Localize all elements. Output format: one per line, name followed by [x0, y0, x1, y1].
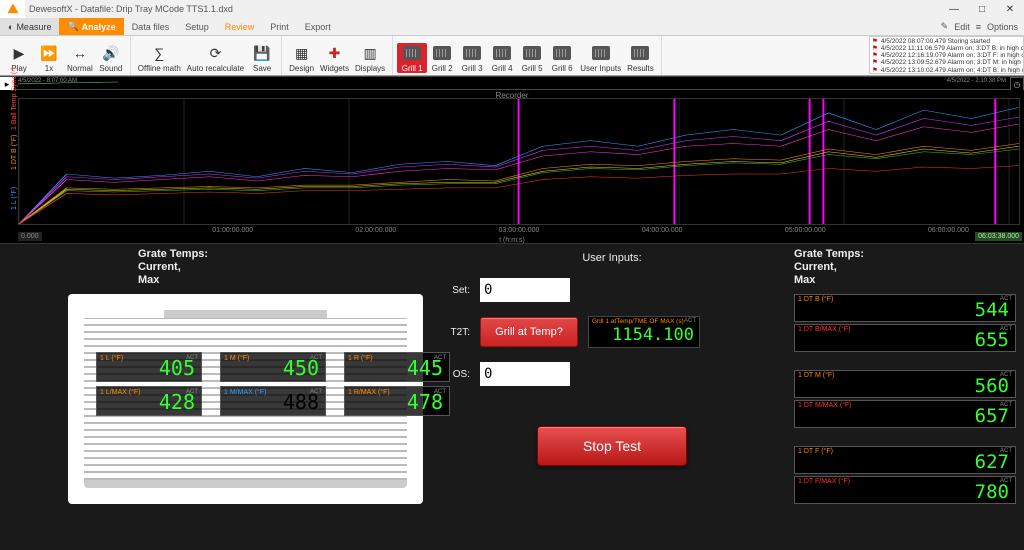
window-title: DewesoftX - Datafile: Drip Tray MCode TT…: [25, 4, 940, 14]
t2t-readout: Grill 1 atTemp/TME OF MAX (s) ACT 1154.1…: [588, 316, 700, 348]
titlebar: DewesoftX - Datafile: Drip Tray MCode TT…: [0, 0, 1024, 18]
recorder-chart[interactable]: Recorder 1 L (°F)1 DT B (°F)1 Ball Temp …: [0, 90, 1024, 244]
dt-temp-readout: 1 DT B/MAX (°F)ACT655: [794, 324, 1016, 352]
grill-visual: 1 L (°F)ACT405 1 L/MAX (°F)ACT428 1 M (°F)…: [68, 294, 423, 504]
dt-temp-readout: 1 DT F/MAX (°F)ACT780: [794, 476, 1016, 504]
temp-readout: 1 R (°F)ACT445: [344, 352, 450, 382]
tab-measure[interactable]: ◐Measure: [0, 18, 59, 35]
t2t-readout-act: ACT: [684, 318, 696, 324]
flag-icon: ⚑: [872, 59, 878, 66]
grill-5-tab[interactable]: Grill 5: [517, 43, 547, 73]
recorder-y-axis-labels: 1 L (°F)1 DT B (°F)1 Ball Temp Sync (-): [1, 100, 15, 223]
tab-analyze-label: Analyze: [82, 22, 116, 32]
tab-print[interactable]: Print: [262, 18, 297, 35]
user-inputs-header: User Inputs:: [430, 252, 794, 264]
play-button[interactable]: ▶Play: [4, 43, 34, 73]
design-button[interactable]: ▦Design: [286, 43, 317, 73]
app-logo: [0, 0, 25, 18]
t2t-readout-label: Grill 1 atTemp/TME OF MAX (s): [592, 318, 684, 325]
refresh-icon: ⟳: [210, 43, 222, 63]
recorder-plot-area[interactable]: [18, 98, 1020, 225]
recorder-time-end: 06:03:38.000: [975, 232, 1022, 241]
grill-tabs: Grill 1 Grill 2 Grill 3 Grill 4 Grill 5 …: [393, 36, 662, 75]
temp-readout: 1 L/MAX (°F)ACT428: [96, 386, 202, 416]
recorder-x-label: t (h:m:s): [499, 237, 525, 244]
grate-temps-panel: Grate Temps: Current, Max 1 L (°F)ACT405…: [0, 244, 430, 550]
sigma-icon: ∑: [154, 43, 164, 63]
options-link[interactable]: Options: [987, 22, 1018, 32]
event-log[interactable]: ⚑4/5/2022 08:07:00.479 Storing started⚑4…: [869, 36, 1024, 74]
os-input[interactable]: [480, 362, 570, 386]
grate-temps-header: Grate Temps: Current, Max: [138, 248, 430, 288]
drip-tray-header: Grate Temps: Current, Max: [794, 248, 1016, 288]
grill-at-temp-button[interactable]: Grill at Temp?: [480, 317, 578, 347]
flag-icon: ⚑: [872, 67, 878, 74]
tab-setup[interactable]: Setup: [177, 18, 217, 35]
grill-3-tab[interactable]: Grill 3: [457, 43, 487, 73]
toolbar: ▶Play ⏩1x ↔Normal 🔊Sound ∑Offline math ⟳…: [0, 36, 1024, 76]
tab-analyze[interactable]: 🔍 Analyze: [59, 18, 123, 35]
dt-temp-readout: 1 DT F (°F)ACT627: [794, 446, 1016, 474]
drip-tray-temps-panel: Grate Temps: Current, Max 1 DT B (°F)ACT…: [794, 244, 1024, 550]
displays-button[interactable]: ▥Displays: [352, 43, 388, 73]
lower-content: Grate Temps: Current, Max 1 L (°F)ACT405…: [0, 244, 1024, 550]
window-close-button[interactable]: ✕: [996, 0, 1024, 18]
recorder-time-start: 0.000: [18, 232, 42, 241]
offline-math-button[interactable]: ∑Offline math: [135, 43, 184, 73]
dt-temp-readout: 1 DT M (°F)ACT560: [794, 370, 1016, 398]
tab-measure-label: Measure: [16, 22, 51, 32]
dt-temp-readout: 1 DT M/MAX (°F)ACT657: [794, 400, 1016, 428]
auto-recalc-button[interactable]: ⟳Auto recalculate: [184, 43, 247, 73]
t2t-label: T2T:: [430, 327, 470, 338]
pencil-icon: ✎: [941, 21, 949, 32]
displays-icon: ▥: [363, 43, 376, 63]
edit-link[interactable]: Edit: [954, 22, 970, 32]
save-icon: 💾: [253, 43, 270, 63]
window-maximize-button[interactable]: □: [968, 0, 996, 18]
results-tab[interactable]: Results: [624, 43, 657, 73]
grid-icon: ▦: [295, 43, 308, 63]
t2t-readout-value: 1154.100: [612, 325, 694, 345]
user-inputs-tab[interactable]: User Inputs: [577, 43, 624, 73]
temp-readout: 1 M (°F)ACT450: [220, 352, 326, 382]
timeline-clock-button[interactable]: ◷: [1010, 77, 1024, 91]
timeline-overview: [18, 81, 118, 85]
grill-1-tab[interactable]: Grill 1: [397, 43, 427, 73]
hamburger-icon: ≡: [976, 22, 981, 32]
sound-button[interactable]: 🔊Sound: [96, 43, 126, 73]
temp-readout: 1 L (°F)ACT405: [96, 352, 202, 382]
user-inputs-panel: User Inputs: Set: T2T: Grill at Temp? Gr…: [430, 244, 794, 550]
tab-datafiles[interactable]: Data files: [124, 18, 178, 35]
temp-readout: 1 R/MAX (°F)ACT478: [344, 386, 450, 416]
window-minimize-button[interactable]: —: [940, 0, 968, 18]
grill-6-tab[interactable]: Grill 6: [547, 43, 577, 73]
play-icon: ▶: [14, 43, 25, 63]
set-label: Set:: [430, 285, 470, 296]
tab-export[interactable]: Export: [297, 18, 339, 35]
fast-forward-icon: ⏩: [40, 43, 57, 63]
gauge-icon: ◐: [8, 22, 13, 32]
stop-test-button[interactable]: Stop Test: [537, 426, 687, 466]
dt-temp-readout: 1 DT B (°F)ACT544: [794, 294, 1016, 322]
speaker-icon: 🔊: [102, 43, 119, 63]
timeline-strip[interactable]: ▸ 4/5/2022 - 8:07:00 AM 4/5/2022 - 2:10:…: [0, 76, 1024, 90]
plus-icon: ✚: [329, 43, 341, 63]
save-button[interactable]: 💾Save: [247, 43, 277, 73]
grill-2-tab[interactable]: Grill 2: [427, 43, 457, 73]
normal-button[interactable]: ↔Normal: [64, 43, 96, 73]
speed-button[interactable]: ⏩1x: [34, 43, 64, 73]
menu-tabs: ◐Measure 🔍 Analyze Data files Setup Revie…: [0, 18, 1024, 36]
tab-review[interactable]: Review: [217, 18, 263, 35]
timeline-end-label: 4/5/2022 - 2:10:38 PM: [947, 78, 1006, 84]
grill-4-tab[interactable]: Grill 4: [487, 43, 517, 73]
set-input[interactable]: [480, 278, 570, 302]
arrows-icon: ↔: [73, 43, 87, 63]
search-icon: 🔍: [67, 21, 78, 32]
widgets-button[interactable]: ✚Widgets: [317, 43, 352, 73]
temp-readout: 1 M/MAX (°F)ACT488: [220, 386, 326, 416]
